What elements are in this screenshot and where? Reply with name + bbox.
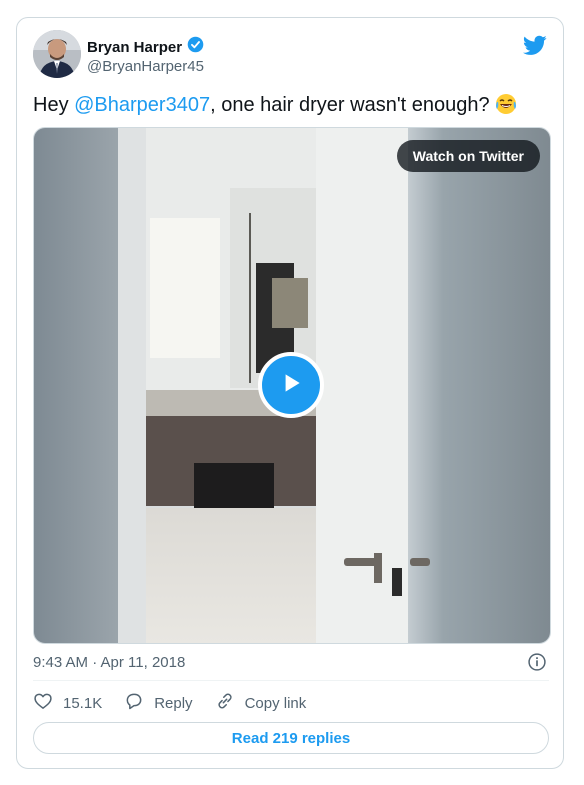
author-handle[interactable]: @BryanHarper45: [87, 58, 204, 75]
tweet-text-suffix: , one hair dryer wasn't enough?: [210, 94, 490, 116]
tweet-timestamp[interactable]: 9:43 AM · Apr 11, 2018: [33, 654, 185, 671]
divider: [33, 680, 549, 681]
like-button[interactable]: 15.1K: [33, 691, 102, 715]
tweet-card: Bryan Harper @BryanHarper45 Hey @Bharper…: [16, 17, 564, 769]
copy-link-button[interactable]: Copy link: [215, 691, 307, 715]
tweet-actions: 15.1K Reply Copy link: [33, 690, 328, 716]
video-player[interactable]: Watch on Twitter: [33, 127, 551, 644]
twitter-bird-icon[interactable]: [522, 33, 547, 57]
watch-on-twitter-button[interactable]: Watch on Twitter: [396, 140, 540, 172]
info-icon[interactable]: [527, 652, 547, 672]
tweet-text-prefix: Hey: [33, 94, 75, 116]
reply-button[interactable]: Reply: [124, 691, 193, 715]
play-icon: [278, 370, 304, 401]
read-replies-button[interactable]: Read 219 replies: [33, 722, 549, 754]
play-button[interactable]: [258, 352, 324, 418]
avatar[interactable]: [33, 30, 81, 78]
reply-icon: [124, 691, 144, 715]
reply-label: Reply: [154, 694, 193, 712]
verified-badge-icon: [187, 36, 204, 58]
mention-link[interactable]: @Bharper3407: [74, 94, 210, 116]
laughing-tears-emoji-icon: [495, 93, 517, 115]
link-icon: [215, 691, 235, 715]
like-count: 15.1K: [63, 694, 103, 712]
tweet-text: Hey @Bharper3407, one hair dryer wasn't …: [33, 92, 549, 118]
author-name[interactable]: Bryan Harper: [87, 39, 182, 56]
author-row[interactable]: Bryan Harper: [87, 36, 204, 58]
heart-icon: [33, 691, 53, 715]
copy-link-label: Copy link: [244, 694, 307, 712]
